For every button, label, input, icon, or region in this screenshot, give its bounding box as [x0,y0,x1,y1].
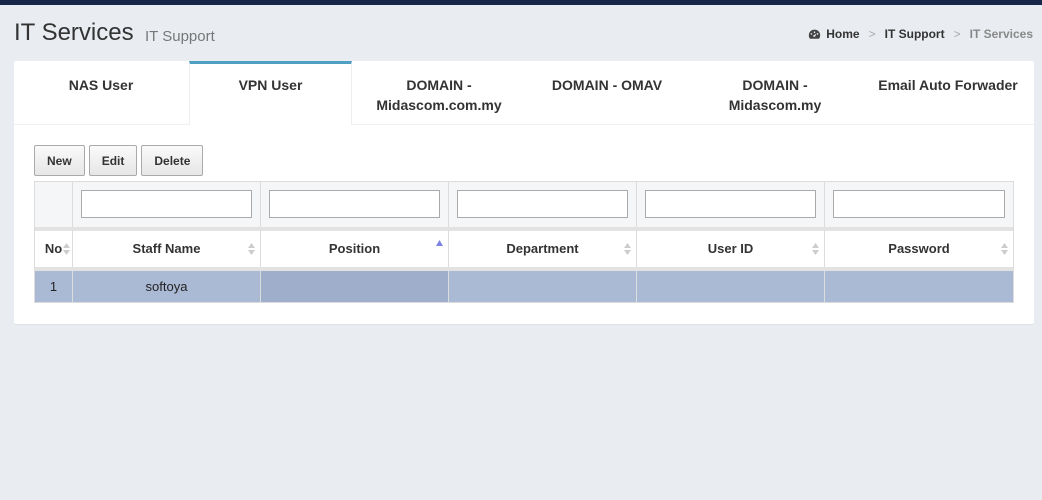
column-header-label: Password [888,241,950,256]
tab-nas-user[interactable]: NAS User [14,61,188,125]
column-header-no[interactable]: No [35,231,73,267]
breadcrumb-it-support[interactable]: IT Support [885,27,945,41]
breadcrumb-separator: > [868,27,876,41]
filter-cell-department [449,182,637,227]
dashboard-icon [809,29,821,39]
page-subtitle: IT Support [145,28,215,45]
row-position [261,271,449,302]
column-header-staff-name[interactable]: Staff Name [73,231,261,267]
row-user-id [637,271,825,302]
delete-button[interactable]: Delete [141,145,204,176]
breadcrumb-home[interactable]: Home [826,27,859,41]
column-header-department[interactable]: Department [449,231,637,267]
filter-department-input[interactable] [457,190,628,218]
column-header-position[interactable]: Position [261,231,449,267]
column-header-row: No Staff Name Position Department User I… [35,231,1013,267]
column-header-label: No [44,241,63,256]
content-panel: NAS User VPN User DOMAIN - Midascom.com.… [14,61,1034,324]
sort-ascending-icon [436,240,443,246]
filter-row [35,182,1013,227]
sort-icon [812,243,819,255]
row-password [825,271,1013,302]
table-row[interactable]: 1 softoya [35,267,1013,302]
row-no: 1 [35,271,73,302]
column-header-label: Department [506,241,579,256]
breadcrumb-separator: > [953,27,961,41]
filter-position-input[interactable] [269,190,440,218]
row-staff-name: softoya [73,271,261,302]
filter-user-id-input[interactable] [645,190,816,218]
filter-cell-user-id [637,182,825,227]
tab-bar: NAS User VPN User DOMAIN - Midascom.com.… [14,61,1034,125]
filter-cell-position [261,182,449,227]
tab-email-auto-forwader[interactable]: Email Auto Forwader [862,61,1034,125]
filter-cell-password [825,182,1013,227]
filter-cell-staff-name [73,182,261,227]
tab-domain-omav[interactable]: DOMAIN - OMAV [526,61,688,125]
data-grid: No Staff Name Position Department User I… [34,181,1014,303]
breadcrumb-current: IT Services [969,27,1033,41]
column-header-label: Staff Name [132,241,201,256]
sort-icon [1001,243,1008,255]
new-button[interactable]: New [34,145,85,176]
breadcrumb: Home > IT Support > IT Services [808,27,1033,41]
tab-vpn-user[interactable]: VPN User [189,61,352,125]
column-header-label: Position [328,241,381,256]
edit-button[interactable]: Edit [88,145,138,176]
filter-cell-no [35,182,73,227]
tab-domain-midascom-com-my[interactable]: DOMAIN - Midascom.com.my [352,61,526,125]
filter-staff-name-input[interactable] [81,190,252,218]
sort-icon [248,243,255,255]
filter-password-input[interactable] [833,190,1005,218]
column-header-password[interactable]: Password [825,231,1013,267]
tab-domain-midascom-my[interactable]: DOMAIN - Midascom.my [688,61,862,125]
top-bar [0,0,1042,5]
row-department [449,271,637,302]
column-header-label: User ID [707,241,754,256]
sort-icon [624,243,631,255]
page-title: IT Services [14,19,134,46]
column-header-user-id[interactable]: User ID [637,231,825,267]
toolbar: New Edit Delete [34,145,204,176]
sort-icon [63,243,70,255]
